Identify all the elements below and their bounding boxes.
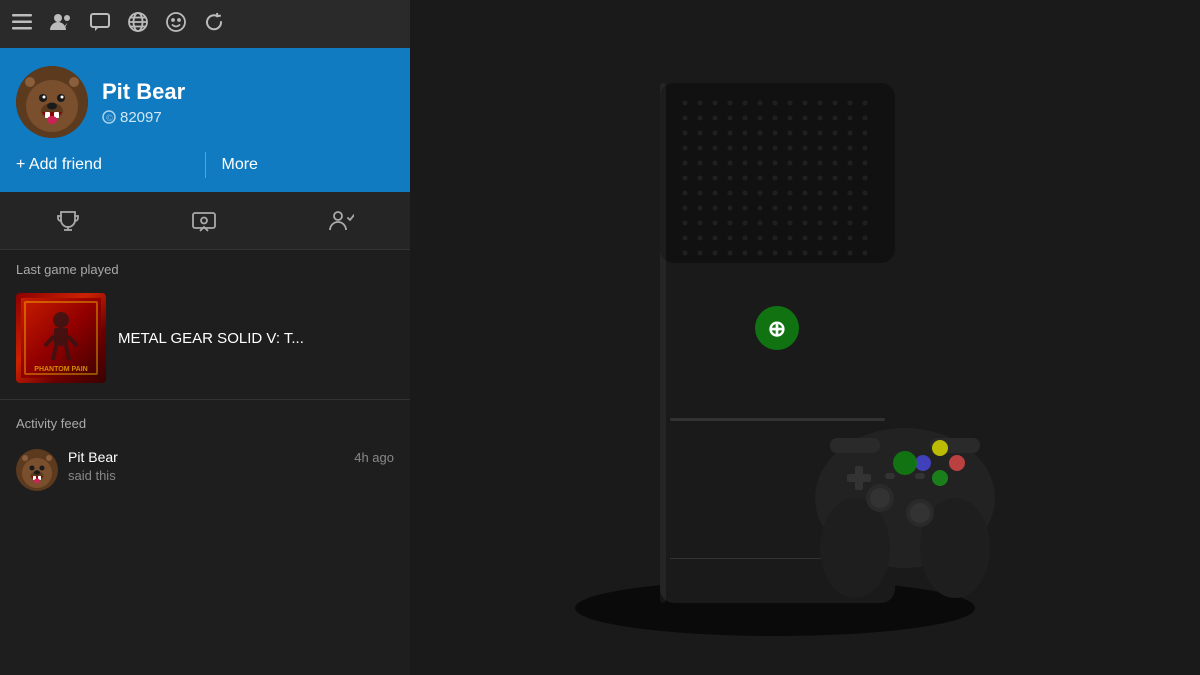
last-game-label: Last game played (0, 250, 410, 285)
profile-header: Pit Bear © 82097 + Add friend More (0, 48, 410, 192)
activity-desc: said this (68, 468, 116, 483)
svg-text:©: © (106, 113, 113, 123)
avatar (16, 66, 88, 138)
svg-text:PHANTOM PAIN: PHANTOM PAIN (34, 366, 87, 373)
profile-gamertag: © 82097 (102, 109, 185, 126)
more-button[interactable]: More (222, 152, 395, 178)
content-area: Last game played (0, 250, 410, 675)
section-divider (0, 399, 410, 400)
top-nav (0, 0, 410, 48)
activity-time: 4h ago (354, 450, 394, 465)
left-panel: Pit Bear © 82097 + Add friend More (0, 0, 410, 675)
tab-friends[interactable] (308, 202, 374, 240)
xbox-console-visual: ⊕ (410, 0, 1200, 675)
tab-capture[interactable] (172, 202, 236, 240)
activity-avatar (16, 449, 58, 491)
profile-name: Pit Bear (102, 79, 185, 105)
right-panel: ⊕ (410, 0, 1200, 675)
tab-achievements[interactable] (36, 201, 100, 241)
game-title: METAL GEAR SOLID V: T... (118, 330, 304, 347)
refresh-icon[interactable] (204, 12, 224, 37)
tab-bar (0, 192, 410, 250)
game-item[interactable]: PHANTOM PAIN METAL GEAR SOLID V: T... (0, 285, 410, 395)
activity-content: Pit Bear 4h ago said this (68, 449, 394, 485)
chat-icon[interactable] (90, 13, 110, 36)
game-thumbnail: PHANTOM PAIN (16, 293, 106, 383)
activity-name: Pit Bear (68, 449, 118, 465)
emoji-icon[interactable] (166, 12, 186, 37)
svg-text:⊕: ⊕ (768, 316, 786, 341)
people-icon[interactable] (50, 13, 72, 36)
hamburger-icon[interactable] (12, 14, 32, 35)
activity-item: Pit Bear 4h ago said this (0, 439, 410, 501)
add-friend-button[interactable]: + Add friend (16, 152, 189, 178)
globe-icon[interactable] (128, 12, 148, 37)
activity-feed-label: Activity feed (0, 404, 410, 439)
action-divider (205, 152, 206, 178)
